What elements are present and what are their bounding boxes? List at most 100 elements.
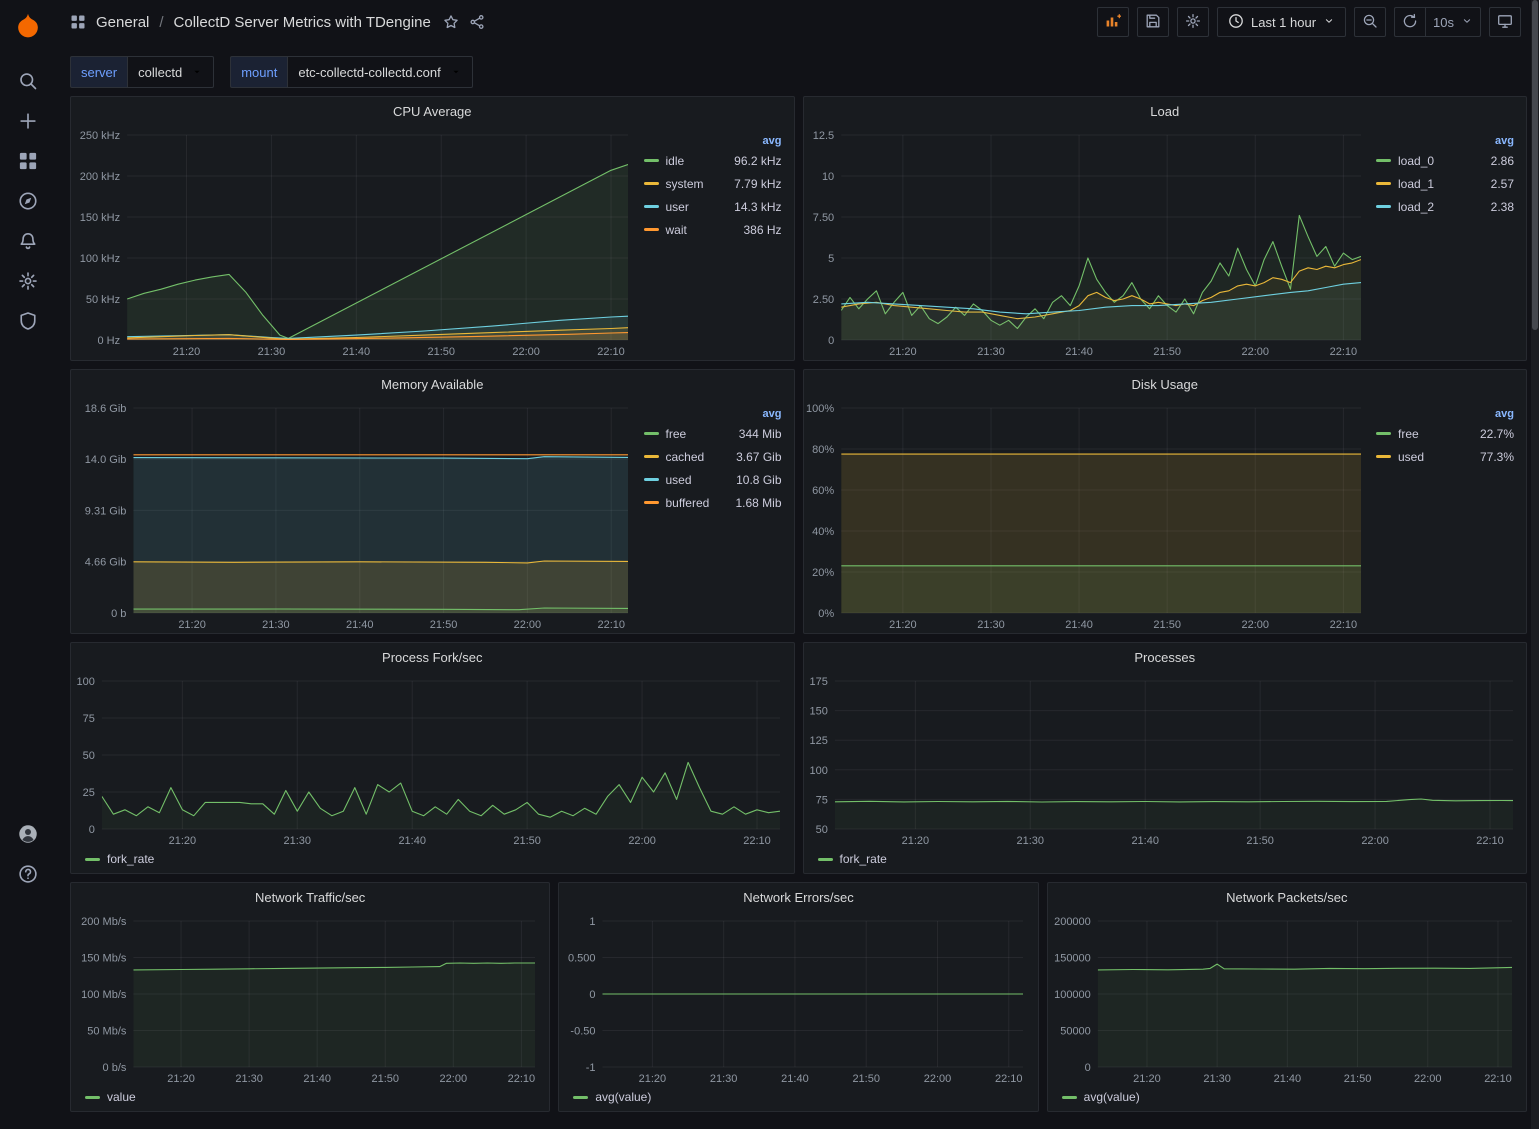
dashboard-settings-button[interactable] bbox=[1177, 7, 1209, 37]
panel-title-cpu-average[interactable]: CPU Average bbox=[71, 97, 794, 125]
svg-text:21:30: 21:30 bbox=[1203, 1073, 1231, 1085]
panel-title-network-packets-sec[interactable]: Network Packets/sec bbox=[1048, 883, 1526, 911]
avatar-icon[interactable] bbox=[11, 817, 45, 851]
dashboards-grid-icon[interactable] bbox=[70, 14, 86, 30]
legend-avg-header[interactable]: avg bbox=[763, 408, 782, 420]
svg-text:22:00: 22:00 bbox=[1241, 619, 1269, 631]
refresh-group: 10s bbox=[1394, 7, 1481, 37]
legend-item: avg(value) bbox=[1062, 1090, 1140, 1104]
panel-title-memory-available[interactable]: Memory Available bbox=[71, 370, 794, 398]
chart-load[interactable]: 02.5057.501012.521:2021:3021:4021:5022:0… bbox=[804, 125, 1375, 360]
svg-text:22:00: 22:00 bbox=[1361, 835, 1389, 847]
legend-series-name[interactable]: avg(value) bbox=[1084, 1090, 1140, 1104]
breadcrumb-folder[interactable]: General bbox=[96, 14, 149, 31]
chart-network-traffic-sec[interactable]: 0 b/s50 Mb/s100 Mb/s150 Mb/s200 Mb/s21:2… bbox=[71, 911, 549, 1087]
legend-series-name[interactable]: user bbox=[666, 200, 689, 214]
variable-value-mount[interactable]: etc-collectd-collectd.conf bbox=[287, 56, 472, 88]
legend-avg-header[interactable]: avg bbox=[1495, 135, 1514, 147]
clock-icon bbox=[1228, 13, 1244, 32]
gear-icon bbox=[1185, 13, 1201, 32]
svg-text:75: 75 bbox=[815, 794, 827, 806]
panel-title-network-traffic-sec[interactable]: Network Traffic/sec bbox=[71, 883, 549, 911]
legend-swatch-icon bbox=[644, 455, 659, 458]
caret-down-icon bbox=[1323, 15, 1335, 30]
compass-icon[interactable] bbox=[11, 184, 45, 218]
panel-title-process-fork-sec[interactable]: Process Fork/sec bbox=[71, 643, 794, 671]
legend-series-name[interactable]: value bbox=[107, 1090, 136, 1104]
legend-series-name[interactable]: used bbox=[1398, 450, 1424, 464]
scrollbar[interactable] bbox=[1531, 0, 1539, 1129]
refresh-interval-picker[interactable]: 10s bbox=[1425, 7, 1481, 37]
legend-swatch-icon bbox=[818, 858, 833, 861]
gear-icon[interactable] bbox=[11, 264, 45, 298]
svg-text:21:40: 21:40 bbox=[343, 346, 371, 358]
legend-swatch-icon bbox=[644, 432, 659, 435]
apps-icon[interactable] bbox=[11, 144, 45, 178]
svg-text:21:30: 21:30 bbox=[1016, 835, 1044, 847]
refresh-button[interactable] bbox=[1394, 7, 1425, 37]
star-icon[interactable] bbox=[443, 14, 459, 30]
legend-series-name[interactable]: load_1 bbox=[1398, 177, 1434, 191]
chart-processes[interactable]: 507510012515017521:2021:3021:4021:5022:0… bbox=[804, 671, 1527, 849]
legend-series-name[interactable]: load_2 bbox=[1398, 200, 1434, 214]
legend-series-name[interactable]: avg(value) bbox=[595, 1090, 651, 1104]
legend-series-name[interactable]: buffered bbox=[666, 496, 710, 510]
share-icon[interactable] bbox=[469, 14, 485, 30]
svg-text:50000: 50000 bbox=[1060, 1026, 1091, 1038]
legend-series-name[interactable]: fork_rate bbox=[107, 852, 154, 866]
add-panel-button[interactable] bbox=[1097, 7, 1129, 37]
chart-process-fork-sec[interactable]: 025507510021:2021:3021:4021:5022:0022:10 bbox=[71, 671, 794, 849]
variable-label-mount[interactable]: mount bbox=[230, 56, 287, 88]
legend-series-name[interactable]: cached bbox=[666, 450, 705, 464]
chart-memory-available[interactable]: 0 b4.66 Gib9.31 Gib14.0 Gib18.6 Gib21:20… bbox=[71, 398, 642, 633]
add-panel-icon bbox=[1105, 13, 1121, 32]
legend-series-name[interactable]: system bbox=[666, 177, 704, 191]
search-icon[interactable] bbox=[11, 64, 45, 98]
panel-title-network-errors-sec[interactable]: Network Errors/sec bbox=[559, 883, 1037, 911]
svg-text:21:50: 21:50 bbox=[427, 346, 455, 358]
svg-text:22:00: 22:00 bbox=[924, 1073, 952, 1085]
question-icon[interactable] bbox=[11, 857, 45, 891]
legend-swatch-icon bbox=[85, 858, 100, 861]
panel-title-processes[interactable]: Processes bbox=[804, 643, 1527, 671]
variable-label-server[interactable]: server bbox=[70, 56, 127, 88]
panel-title-load[interactable]: Load bbox=[804, 97, 1527, 125]
refresh-interval-label: 10s bbox=[1433, 15, 1454, 30]
legend-avg-header[interactable]: avg bbox=[1495, 408, 1514, 420]
svg-text:21:50: 21:50 bbox=[513, 835, 541, 847]
legend-series-name[interactable]: free bbox=[1398, 427, 1419, 441]
legend-item: free344 Mib bbox=[644, 422, 782, 445]
chart-network-errors-sec[interactable]: -1-0.5000.500121:2021:3021:4021:5022:002… bbox=[559, 911, 1037, 1087]
save-dashboard-button[interactable] bbox=[1137, 7, 1169, 37]
legend-series-name[interactable]: fork_rate bbox=[840, 852, 887, 866]
svg-text:0: 0 bbox=[828, 335, 834, 347]
legend-swatch-icon bbox=[644, 205, 659, 208]
chart-network-packets-sec[interactable]: 05000010000015000020000021:2021:3021:402… bbox=[1048, 911, 1526, 1087]
grafana-logo-icon[interactable] bbox=[13, 12, 43, 42]
legend-avg-header[interactable]: avg bbox=[763, 135, 782, 147]
caret-down-icon bbox=[191, 66, 203, 78]
legend-series-name[interactable]: wait bbox=[666, 223, 687, 237]
scrollbar-thumb[interactable] bbox=[1532, 0, 1538, 330]
panel-title-disk-usage[interactable]: Disk Usage bbox=[804, 370, 1527, 398]
shield-icon[interactable] bbox=[11, 304, 45, 338]
legend-series-name[interactable]: load_0 bbox=[1398, 154, 1434, 168]
plus-icon[interactable] bbox=[11, 104, 45, 138]
dashboard-row-2: Memory Available0 b4.66 Gib9.31 Gib14.0 … bbox=[70, 369, 1527, 634]
chart-cpu-average[interactable]: 0 Hz50 kHz100 kHz150 kHz200 kHz250 kHz21… bbox=[71, 125, 642, 360]
variable-value-server[interactable]: collectd bbox=[127, 56, 214, 88]
chart-disk-usage[interactable]: 0%20%40%60%80%100%21:2021:3021:4021:5022… bbox=[804, 398, 1375, 633]
bell-icon[interactable] bbox=[11, 224, 45, 258]
legend-series-name[interactable]: used bbox=[666, 473, 692, 487]
legend-series-name[interactable]: free bbox=[666, 427, 687, 441]
tv-mode-button[interactable] bbox=[1489, 7, 1521, 37]
legend-item: load_02.86 bbox=[1376, 149, 1514, 172]
time-range-picker[interactable]: Last 1 hour bbox=[1217, 7, 1346, 37]
svg-text:100%: 100% bbox=[806, 403, 834, 415]
svg-text:21:20: 21:20 bbox=[1133, 1073, 1161, 1085]
svg-text:22:00: 22:00 bbox=[512, 346, 540, 358]
sidebar-top-icons bbox=[11, 64, 45, 338]
zoom-out-button[interactable] bbox=[1354, 7, 1386, 37]
dashboard-title[interactable]: CollectD Server Metrics with TDengine bbox=[174, 14, 431, 31]
legend-series-name[interactable]: idle bbox=[666, 154, 685, 168]
